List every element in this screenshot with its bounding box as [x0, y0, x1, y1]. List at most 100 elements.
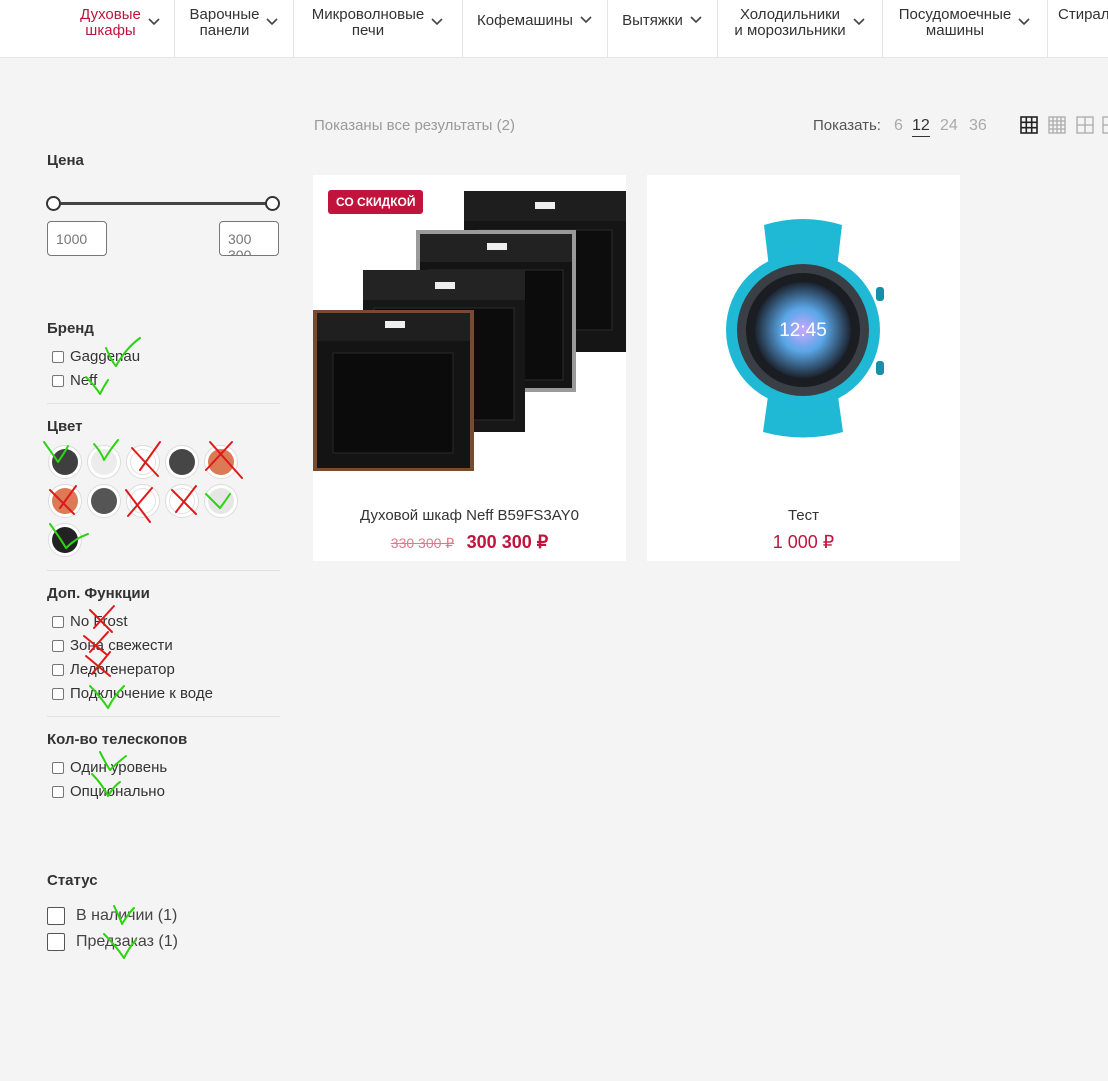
grid-4-icon[interactable]: [1048, 116, 1066, 134]
feature-option-water-connection[interactable]: Подключение к воде: [52, 685, 213, 702]
discount-badge: СО СКИДКОЙ: [328, 190, 424, 214]
telescope-option-one-level[interactable]: Один уровень: [52, 759, 167, 776]
price-slider-track[interactable]: [53, 202, 273, 205]
checkbox[interactable]: [52, 374, 64, 387]
per-page-option-24[interactable]: 24: [940, 117, 958, 135]
smartwatch-image: 12:45: [726, 219, 884, 438]
features-filter-title: Доп. Функции: [47, 585, 150, 602]
results-count: Показаны все результаты (2): [314, 117, 515, 134]
nav-item-label: Стирал: [1058, 6, 1108, 23]
per-page-option-6[interactable]: 6: [894, 117, 903, 135]
brand-option-label: Neff: [70, 372, 98, 389]
nav-item-refrigerators[interactable]: Холодильники и морозильники: [718, 0, 883, 57]
color-swatch-dot: [91, 488, 117, 514]
nav-item-dishwashers[interactable]: Посудомоечные машины: [883, 0, 1048, 57]
brand-option-gaggenau[interactable]: Gaggenau: [52, 348, 140, 365]
color-swatch-dot: [52, 488, 78, 514]
divider: [47, 403, 280, 404]
checkbox[interactable]: [52, 350, 64, 363]
telescopes-filter-title: Кол-во телескопов: [47, 731, 188, 748]
color-filter-title: Цвет: [47, 418, 83, 435]
product-card[interactable]: СО СКИДКОЙ Духовой шкаф Neff B59FS3AY0 3…: [313, 175, 626, 561]
top-navigation: Духовые шкафы Варочные панели Микроволно…: [0, 0, 1108, 58]
telescope-option-label: Один уровень: [70, 759, 168, 776]
product-title[interactable]: Духовой шкаф Neff B59FS3AY0: [313, 507, 626, 524]
checkbox[interactable]: [52, 663, 64, 676]
color-swatch-dot: [208, 449, 234, 475]
color-swatch[interactable]: [48, 484, 82, 518]
nav-item-label: Микроволновые печи: [311, 6, 425, 39]
feature-option-label: Зона свежести: [70, 637, 173, 654]
chevron-down-icon: [690, 16, 702, 24]
color-swatch-dot: [52, 527, 78, 553]
nav-item-ovens[interactable]: Духовые шкафы: [67, 0, 175, 57]
nav-item-label: Холодильники и морозильники: [734, 6, 846, 39]
brand-option-neff[interactable]: Neff: [52, 372, 97, 389]
checkbox[interactable]: [47, 933, 65, 951]
product-title[interactable]: Тест: [647, 507, 960, 524]
status-option-in-stock[interactable]: В наличии (1): [47, 907, 177, 925]
color-swatch-dot: [169, 488, 195, 514]
grid-2-icon[interactable]: [1076, 116, 1094, 134]
product-price-row: 330 300 ₽ 300 300 ₽: [313, 532, 626, 553]
color-swatch-dot: [208, 488, 234, 514]
chevron-down-icon: [266, 18, 279, 26]
oven-image: [313, 191, 626, 471]
checkbox[interactable]: [52, 785, 64, 798]
color-swatch[interactable]: [126, 484, 160, 518]
color-swatch-dot: [52, 449, 78, 475]
checkbox[interactable]: [52, 639, 64, 652]
telescope-option-label: Опционально: [70, 783, 165, 800]
checkbox[interactable]: [52, 761, 64, 774]
price-slider-min-handle[interactable]: [46, 196, 61, 211]
chevron-down-icon: [853, 18, 865, 26]
nav-item-washing-machines[interactable]: Стирал: [1048, 0, 1108, 57]
color-swatch[interactable]: [87, 445, 121, 479]
checkbox[interactable]: [47, 907, 65, 925]
sale-price: 300 300 ₽: [466, 532, 549, 552]
status-option-label: В наличии (1): [76, 907, 178, 924]
per-page-option-36[interactable]: 36: [969, 117, 987, 135]
color-swatch[interactable]: [165, 445, 199, 479]
feature-option-label: No Frost: [70, 613, 128, 630]
price-min-input[interactable]: 1000: [47, 221, 107, 256]
price-slider-max-handle[interactable]: [265, 196, 280, 211]
nav-item-label: Варочные панели: [189, 6, 260, 39]
brand-filter-title: Бренд: [47, 320, 94, 337]
feature-option-fresh-zone[interactable]: Зона свежести: [52, 637, 173, 654]
feature-option-label: Ледогенератор: [70, 661, 175, 678]
per-page-option-12[interactable]: 12: [912, 117, 930, 137]
grid-3-icon[interactable]: [1020, 116, 1038, 134]
color-swatch[interactable]: [165, 484, 199, 518]
divider: [47, 716, 280, 717]
nav-item-hoods[interactable]: Вытяжки: [608, 0, 718, 57]
feature-option-ice-maker[interactable]: Ледогенератор: [52, 661, 175, 678]
checkbox[interactable]: [52, 687, 64, 700]
nav-item-coffee-machines[interactable]: Кофемашины: [463, 0, 608, 57]
color-swatch[interactable]: [48, 445, 82, 479]
color-swatch-dot: [130, 488, 156, 514]
color-swatch[interactable]: [204, 484, 238, 518]
nav-item-hobs[interactable]: Варочные панели: [176, 0, 294, 57]
list-icon[interactable]: [1102, 116, 1108, 134]
status-option-preorder[interactable]: Предзаказ (1): [47, 933, 178, 951]
status-option-label: Предзаказ (1): [76, 933, 178, 950]
per-page-label: Показать:: [813, 117, 881, 134]
nav-item-label: Вытяжки: [622, 12, 683, 29]
feature-option-no-frost[interactable]: No Frost: [52, 613, 128, 630]
checkbox[interactable]: [52, 615, 64, 628]
product-price-row: 1 000 ₽: [647, 532, 960, 553]
chevron-down-icon: [431, 18, 443, 26]
color-swatch[interactable]: [48, 523, 82, 557]
telescope-option-optional[interactable]: Опционально: [52, 783, 165, 800]
color-swatch-dot: [91, 449, 117, 475]
feature-option-label: Подключение к воде: [70, 685, 213, 702]
color-swatch[interactable]: [204, 445, 238, 479]
status-filter-title: Статус: [47, 872, 98, 889]
color-swatch[interactable]: [126, 445, 160, 479]
color-swatch[interactable]: [87, 484, 121, 518]
product-card[interactable]: 12:45 Тест 1 000 ₽: [647, 175, 960, 561]
product-price: 1 000 ₽: [772, 532, 835, 552]
price-max-input[interactable]: 300 300: [219, 221, 279, 256]
nav-item-microwaves[interactable]: Микроволновые печи: [294, 0, 463, 57]
